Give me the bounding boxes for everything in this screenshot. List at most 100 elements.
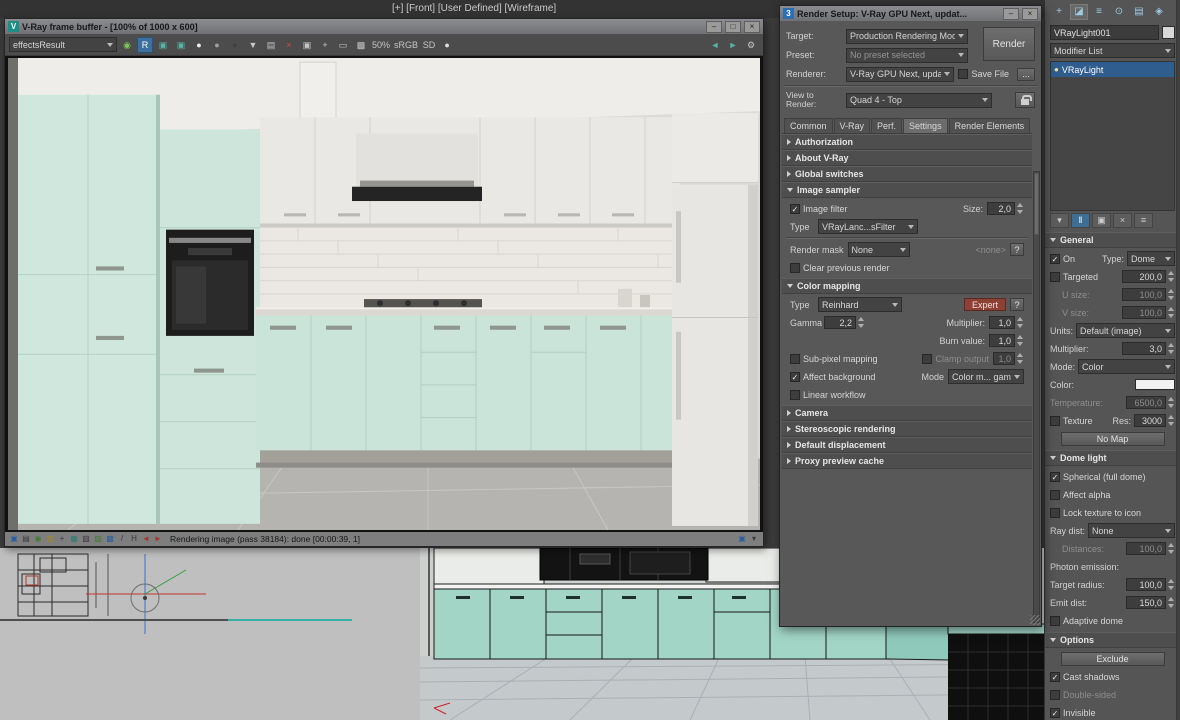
status-stamp-icon[interactable]: ▩ xyxy=(105,533,115,545)
cmap-type-dropdown[interactable]: Reinhard xyxy=(818,297,902,312)
double-sided-checkbox[interactable]: Double-sided xyxy=(1050,689,1116,700)
lock-view-button[interactable] xyxy=(1015,92,1035,108)
units-dropdown[interactable]: Default (image) xyxy=(1076,323,1175,338)
duplicate-to-host-icon[interactable]: ▣ xyxy=(299,37,315,53)
status-save-icon[interactable]: ▣ xyxy=(9,533,19,545)
rollout-options[interactable]: Options xyxy=(1045,632,1180,648)
spinner-value[interactable]: 100,0 xyxy=(1126,578,1166,591)
affect-alpha-checkbox[interactable]: Affect alpha xyxy=(1050,489,1110,500)
spinner-arrows-icon[interactable] xyxy=(1016,352,1024,365)
pan-view-icon[interactable]: ◄ xyxy=(707,37,723,53)
status-region-icon[interactable]: ▦ xyxy=(69,533,79,545)
spinner-arrows-icon[interactable] xyxy=(1167,306,1175,319)
spinner-value[interactable]: 3000 xyxy=(1134,414,1166,427)
status-pencil-icon[interactable]: / xyxy=(117,533,127,545)
rollout-dome-light[interactable]: Dome light xyxy=(1045,450,1180,466)
spinner-arrows-icon[interactable] xyxy=(1016,316,1024,329)
region-render-icon[interactable]: ▭ xyxy=(335,37,351,53)
viewport-front-wireframe[interactable] xyxy=(0,548,420,720)
mode-dropdown[interactable]: Color xyxy=(1078,359,1175,374)
render-button[interactable]: Render xyxy=(983,27,1035,61)
rollout-camera[interactable]: Camera xyxy=(782,405,1032,421)
spinner-arrows-icon[interactable] xyxy=(1167,288,1175,301)
modifier-list-dropdown[interactable]: Modifier List xyxy=(1050,43,1175,58)
image-filter-checkbox[interactable]: ✓ Image filter xyxy=(790,203,848,214)
dialog-scrollbar[interactable] xyxy=(1033,171,1040,623)
vfb-titlebar[interactable]: V V-Ray frame buffer - [100% of 1000 x 6… xyxy=(5,19,763,34)
burn-value-spinner[interactable]: 1,0 xyxy=(989,334,1024,347)
spinner-value[interactable]: 1,0 xyxy=(993,352,1015,365)
status-rgb-icon[interactable]: ◉ xyxy=(33,533,43,545)
srgb-toggle[interactable]: sRGB xyxy=(393,37,419,53)
remove-modifier-icon[interactable]: × xyxy=(1113,213,1132,228)
clamp-output-checkbox[interactable]: Clamp output xyxy=(922,353,989,364)
rollout-general[interactable]: General xyxy=(1045,232,1180,248)
object-name-field[interactable]: VRayLight001 xyxy=(1050,25,1159,40)
status-clear-icon[interactable]: ▤ xyxy=(21,533,31,545)
status-prev-icon[interactable]: ◄ xyxy=(141,533,151,545)
rollout-global-switches[interactable]: Global switches xyxy=(782,166,1032,182)
spinner-value[interactable]: 6500,0 xyxy=(1126,396,1166,409)
status-dock-icon[interactable]: ▣ xyxy=(737,533,747,545)
spinner-arrows-icon[interactable] xyxy=(1167,414,1175,427)
render-mask-dropdown[interactable]: None xyxy=(847,242,910,257)
gamma-spinner[interactable]: 2,2 xyxy=(824,316,865,329)
zoom-50-toggle[interactable]: 50% xyxy=(371,37,391,53)
spinner-value[interactable]: 1,0 xyxy=(989,316,1015,329)
lens-effects-icon[interactable]: ● xyxy=(439,37,455,53)
status-next-icon[interactable]: ► xyxy=(153,533,163,545)
cmap-mode-dropdown[interactable]: Color m... gamma) xyxy=(948,369,1024,384)
invisible-checkbox[interactable]: ✓ Invisible xyxy=(1050,707,1096,718)
rgb-channels-icon[interactable]: R xyxy=(137,36,153,53)
size-spinner[interactable]: 2,0 xyxy=(987,202,1024,215)
res-spinner[interactable]: 3000 xyxy=(1134,414,1175,427)
vfb-settings-icon[interactable]: ⚙ xyxy=(743,37,759,53)
track-mouse-icon[interactable]: + xyxy=(317,37,333,53)
spinner-arrows-icon[interactable] xyxy=(1016,202,1024,215)
multiplier-spinner[interactable]: 1,0 xyxy=(989,316,1024,329)
spinner-arrows-icon[interactable] xyxy=(1167,270,1175,283)
spinner-arrows-icon[interactable] xyxy=(1167,342,1175,355)
spinner-value[interactable]: 200,0 xyxy=(1122,270,1166,283)
spinner-arrows-icon[interactable] xyxy=(1167,542,1175,555)
status-alpha-icon[interactable]: ▥ xyxy=(45,533,55,545)
make-unique-icon[interactable]: ▣ xyxy=(1092,213,1111,228)
status-track-icon[interactable]: + xyxy=(57,533,67,545)
spinner-value[interactable]: 100,0 xyxy=(1122,288,1166,301)
background-toggle-icon[interactable]: ● xyxy=(227,37,243,53)
zoom-view-icon[interactable]: ► xyxy=(725,37,741,53)
tab-create[interactable]: + xyxy=(1050,4,1068,20)
no-map-button[interactable]: No Map xyxy=(1060,431,1165,446)
lock-texture-checkbox[interactable]: Lock texture to icon xyxy=(1050,507,1141,518)
spinner-arrows-icon[interactable] xyxy=(1167,596,1175,609)
rollout-authorization[interactable]: Authorization xyxy=(782,134,1032,150)
clamp-value-spinner[interactable]: 1,0 xyxy=(993,352,1024,365)
status-history-icon[interactable]: ▨ xyxy=(93,533,103,545)
tab-utilities[interactable]: ◈ xyxy=(1150,4,1168,20)
spinner-value[interactable]: 100,0 xyxy=(1122,306,1166,319)
rollout-about-vray[interactable]: About V-Ray xyxy=(782,150,1032,166)
spherical-checkbox[interactable]: ✓ Spherical (full dome) xyxy=(1050,471,1146,482)
rollout-default-displacement[interactable]: Default displacement xyxy=(782,437,1032,453)
affect-background-checkbox[interactable]: ✓ Affect background xyxy=(790,371,875,382)
red-channel-icon[interactable]: ▣ xyxy=(155,37,171,53)
tab-common[interactable]: Common xyxy=(784,118,833,133)
monochromatic-icon[interactable]: ● xyxy=(209,37,225,53)
color-swatch[interactable] xyxy=(1135,379,1175,390)
rollout-proxy-preview[interactable]: Proxy preview cache xyxy=(782,453,1032,469)
tab-render-elements[interactable]: Render Elements xyxy=(948,118,1031,133)
stamp-icon[interactable]: ▩ xyxy=(353,37,369,53)
light-type-dropdown[interactable]: Dome xyxy=(1127,251,1175,266)
exclude-button[interactable]: Exclude xyxy=(1060,651,1165,666)
rollout-stereoscopic[interactable]: Stereoscopic rendering xyxy=(782,421,1032,437)
spinner-value[interactable]: 3,0 xyxy=(1122,342,1166,355)
rollout-color-mapping[interactable]: Color mapping xyxy=(782,278,1032,294)
expert-mode-button[interactable]: Expert xyxy=(963,298,1006,311)
panel-scrollbar[interactable] xyxy=(1176,0,1180,720)
display-sd-toggle[interactable]: SD xyxy=(421,37,437,53)
target-dropdown[interactable]: Production Rendering Mode xyxy=(846,28,968,44)
spinner-value[interactable]: 2,2 xyxy=(824,316,856,329)
spinner-value[interactable]: 2,0 xyxy=(987,202,1015,215)
spinner-value[interactable]: 150,0 xyxy=(1126,596,1166,609)
cast-shadows-checkbox[interactable]: ✓ Cast shadows xyxy=(1050,671,1120,682)
